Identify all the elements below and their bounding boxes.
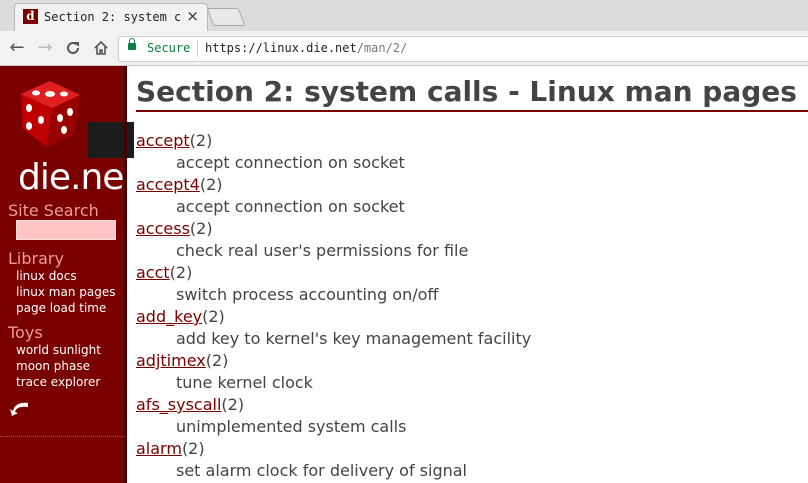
- man-page-link[interactable]: accept4: [136, 175, 200, 194]
- sidebar-link-trace-explorer[interactable]: trace explorer: [16, 375, 100, 389]
- section-number: (2): [205, 351, 229, 370]
- man-page-link[interactable]: alarm: [136, 439, 182, 458]
- address-bar[interactable]: Secure https://linux.die.net/man/2/: [118, 36, 808, 62]
- section-number: (2): [202, 307, 225, 326]
- library-heading: Library: [8, 249, 64, 268]
- forward-arrow-icon[interactable]: →: [34, 37, 56, 59]
- sidebar-link-linux-man-pages[interactable]: linux man pages: [16, 285, 115, 299]
- tab-strip: d Section 2: system calls ×: [0, 0, 808, 32]
- man-page-description: check real user's permissions for file: [176, 241, 469, 260]
- list-item: alarm(2) set alarm clock for delivery of…: [136, 438, 531, 482]
- url-path: /man/2/: [356, 41, 408, 55]
- home-icon[interactable]: [90, 37, 112, 59]
- secure-label: Secure: [147, 41, 191, 55]
- list-item: acct(2) switch process accounting on/off: [136, 262, 531, 306]
- man-page-link[interactable]: adjtimex: [136, 351, 206, 370]
- man-page-description: tune kernel clock: [176, 373, 313, 392]
- sidebar-link-world-sunlight[interactable]: world sunlight: [16, 343, 101, 357]
- url-text[interactable]: https://linux.die.net/man/2/: [205, 41, 407, 55]
- man-page-description: accept connection on socket: [176, 197, 405, 216]
- title-underline: [136, 110, 808, 112]
- sidebar-link-page-load-time[interactable]: page load time: [16, 301, 106, 315]
- man-page-description: unimplemented system calls: [176, 417, 407, 436]
- tab-title: Section 2: system calls: [44, 10, 180, 24]
- sidebar-link-linux-docs[interactable]: linux docs: [16, 269, 77, 283]
- man-page-link[interactable]: access: [136, 219, 190, 238]
- close-icon[interactable]: ×: [186, 7, 199, 25]
- man-page-description: set alarm clock for delivery of signal: [176, 461, 467, 480]
- list-item: accept4(2) accept connection on socket: [136, 174, 531, 218]
- sidebar-link-moon-phase[interactable]: moon phase: [16, 359, 90, 373]
- section-number: (2): [189, 219, 213, 238]
- brand-name: die.net: [18, 157, 138, 198]
- site-search-heading: Site Search: [8, 201, 99, 220]
- lock-icon: [128, 38, 136, 50]
- section-number: (2): [189, 131, 213, 150]
- man-page-description: switch process accounting on/off: [176, 285, 439, 304]
- list-item: accept(2) accept connection on socket: [136, 130, 531, 174]
- list-item: adjtimex(2) tune kernel clock: [136, 350, 531, 394]
- url-base: https://linux.die.net: [205, 41, 357, 55]
- man-page-link[interactable]: afs_syscall: [136, 395, 221, 414]
- dice-logo: [20, 80, 81, 148]
- man-page-link[interactable]: add_key: [136, 307, 202, 326]
- section-number: (2): [221, 395, 245, 414]
- section-number: (2): [169, 263, 193, 282]
- man-page-description: accept connection on socket: [176, 153, 405, 172]
- section-number: (2): [199, 175, 223, 194]
- site-logo[interactable]: die.net: [10, 74, 138, 198]
- sidebar-edge: [124, 66, 127, 483]
- man-page-link[interactable]: acct: [136, 263, 170, 282]
- list-item: afs_syscall(2) unimplemented system call…: [136, 394, 531, 438]
- site-search-input[interactable]: [16, 220, 116, 240]
- list-item: add_key(2) add key to kernel's key manag…: [136, 306, 531, 350]
- logo-band: [88, 122, 134, 158]
- reload-icon[interactable]: [62, 37, 84, 59]
- browser-toolbar: ← → Secure https://linux.die.net/man/2/: [0, 31, 808, 66]
- share-icon[interactable]: [8, 399, 30, 417]
- man-page-list: accept(2) accept connection on socket ac…: [136, 130, 531, 482]
- browser-tab[interactable]: d Section 2: system calls ×: [14, 3, 208, 32]
- man-page-description: add key to kernel's key management facil…: [176, 329, 532, 348]
- list-item: access(2) check real user's permissions …: [136, 218, 531, 262]
- man-page-link[interactable]: accept: [136, 131, 190, 150]
- back-arrow-icon[interactable]: ←: [6, 37, 28, 59]
- toys-heading: Toys: [8, 323, 43, 342]
- page-title: Section 2: system calls - Linux man page…: [136, 75, 797, 108]
- new-tab-button[interactable]: [206, 8, 246, 26]
- sidebar: die.net Site Search Library linux docs l…: [0, 66, 138, 483]
- section-number: (2): [181, 439, 205, 458]
- page: die.net Site Search Library linux docs l…: [0, 66, 808, 483]
- sidebar-divider: [0, 436, 124, 437]
- favicon-icon: d: [23, 9, 38, 24]
- omnibox-divider: [197, 41, 198, 57]
